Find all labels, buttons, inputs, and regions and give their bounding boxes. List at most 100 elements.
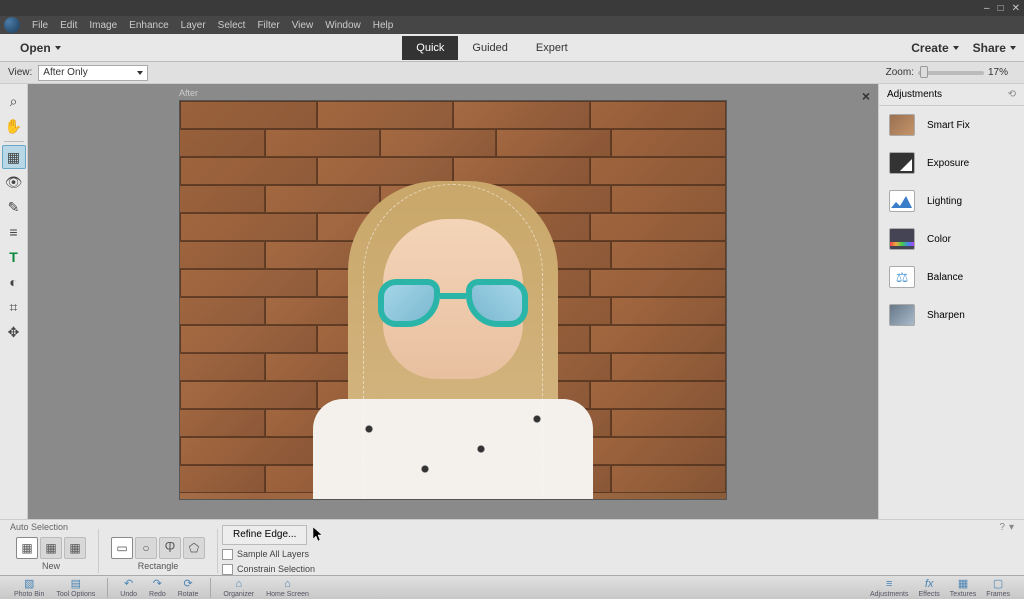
app-icon: [4, 17, 20, 33]
mode-quick[interactable]: Quick: [402, 36, 458, 60]
frames-tab-button[interactable]: ▢Frames: [982, 578, 1014, 598]
reset-icon[interactable]: ⟲: [1008, 89, 1016, 100]
photo-bin-icon: ▧: [22, 578, 36, 590]
sample-all-row[interactable]: Sample All Layers: [222, 549, 325, 560]
menu-filter[interactable]: Filter: [251, 20, 285, 31]
type-tool[interactable]: T: [2, 245, 26, 269]
menu-edit[interactable]: Edit: [54, 20, 83, 31]
auto-selection-tool[interactable]: ▦: [2, 145, 26, 169]
selection-mode-label: New: [42, 561, 60, 571]
color-icon: [889, 228, 915, 250]
view-label: View:: [8, 67, 32, 78]
textures-tab-button[interactable]: ▦Textures: [946, 578, 980, 598]
constrain-checkbox[interactable]: [222, 564, 233, 575]
adj-smart-fix[interactable]: Smart Fix: [879, 106, 1024, 144]
photo-subject: [273, 159, 633, 499]
zoom-label: Zoom:: [886, 67, 914, 78]
home-screen-button[interactable]: ⌂Home Screen: [262, 578, 313, 598]
undo-button[interactable]: ↶Undo: [116, 578, 141, 598]
caret-down-icon: [1010, 46, 1016, 50]
window-maximize-button[interactable]: □: [998, 3, 1004, 14]
main: ⌕ ✋ ▦ 👁 ✎ ≡ T ◐ ⌗ ✥ × After: [0, 84, 1024, 519]
constrain-row[interactable]: Constrain Selection: [222, 564, 325, 575]
share-button[interactable]: Share: [973, 41, 1016, 55]
collapse-icon[interactable]: ▾: [1009, 522, 1014, 533]
divider: [107, 578, 108, 598]
view-dropdown[interactable]: After Only: [38, 65, 148, 81]
menu-select[interactable]: Select: [212, 20, 252, 31]
lasso-shape-button[interactable]: Ⴔ: [159, 537, 181, 559]
move-tool[interactable]: ✥: [2, 320, 26, 344]
toolbox: ⌕ ✋ ▦ 👁 ✎ ≡ T ◐ ⌗ ✥: [0, 84, 28, 519]
photo-bin-button[interactable]: ▧Photo Bin: [10, 578, 48, 598]
crop-tool[interactable]: ⌗: [2, 295, 26, 319]
new-selection-button[interactable]: ▦: [16, 537, 38, 559]
adj-exposure[interactable]: Exposure: [879, 144, 1024, 182]
caret-down-icon: [137, 71, 143, 75]
tool-options-icon: ▤: [69, 578, 83, 590]
sharpen-icon: [889, 304, 915, 326]
help-icon[interactable]: ?: [999, 522, 1005, 533]
adjustments-panel: Adjustments ⟲ Smart Fix Exposure Lightin…: [878, 84, 1024, 519]
menu-enhance[interactable]: Enhance: [123, 20, 174, 31]
hand-tool[interactable]: ✋: [2, 114, 26, 138]
caret-down-icon: [55, 46, 61, 50]
add-selection-button[interactable]: ▦: [40, 537, 62, 559]
image-container: After: [179, 100, 727, 500]
adj-lighting[interactable]: Lighting: [879, 182, 1024, 220]
menu-file[interactable]: File: [26, 20, 54, 31]
adj-sharpen[interactable]: Sharpen: [879, 296, 1024, 334]
adjustments-tab-button[interactable]: ≡Adjustments: [866, 578, 913, 598]
refine-edge-button[interactable]: Refine Edge...: [222, 525, 307, 545]
create-button[interactable]: Create: [911, 41, 958, 55]
panel-title: Adjustments: [887, 89, 942, 100]
eye-tool[interactable]: 👁: [2, 170, 26, 194]
view-dropdown-value: After Only: [43, 67, 87, 78]
window-minimize-button[interactable]: –: [984, 3, 990, 14]
close-panel-button[interactable]: ×: [862, 88, 870, 104]
adjustments-icon: ≡: [882, 578, 896, 590]
sample-all-checkbox[interactable]: [222, 549, 233, 560]
photo-canvas[interactable]: [179, 100, 727, 500]
rotate-button[interactable]: ⟳Rotate: [174, 578, 203, 598]
menu-window[interactable]: Window: [319, 20, 367, 31]
spot-heal-tool[interactable]: ◐: [2, 270, 26, 294]
tool-divider: [4, 141, 24, 142]
organizer-button[interactable]: ⌂Organizer: [219, 578, 258, 598]
menu-help[interactable]: Help: [367, 20, 400, 31]
panel-header: Adjustments ⟲: [879, 84, 1024, 106]
mode-tabs: Quick Guided Expert: [402, 36, 581, 60]
window-close-button[interactable]: ✕: [1012, 3, 1020, 14]
mode-expert[interactable]: Expert: [522, 36, 582, 60]
zoom-percent: 17%: [988, 67, 1008, 78]
polygon-shape-button[interactable]: ⬠: [183, 537, 205, 559]
subtract-selection-button[interactable]: ▦: [64, 537, 86, 559]
zoom-slider[interactable]: [918, 71, 984, 75]
canvas-area[interactable]: × After: [28, 84, 878, 519]
zoom-slider-thumb[interactable]: [920, 66, 928, 78]
whiten-tool[interactable]: ≡: [2, 220, 26, 244]
frames-icon: ▢: [991, 578, 1005, 590]
adj-balance[interactable]: ⚖Balance: [879, 258, 1024, 296]
organizer-icon: ⌂: [232, 578, 246, 590]
adj-color[interactable]: Color: [879, 220, 1024, 258]
ellipse-shape-button[interactable]: ○: [135, 537, 157, 559]
tool-options-title: Auto Selection: [10, 522, 68, 532]
textures-icon: ▦: [956, 578, 970, 590]
zoom-tool[interactable]: ⌕: [2, 89, 26, 113]
menu-image[interactable]: Image: [83, 20, 123, 31]
caret-down-icon: [953, 46, 959, 50]
rectangle-shape-button[interactable]: ▭: [111, 537, 133, 559]
selection-mode-group: ▦ ▦ ▦ New: [16, 537, 86, 571]
tool-options-button[interactable]: ▤Tool Options: [52, 578, 99, 598]
menu-view[interactable]: View: [286, 20, 320, 31]
open-button[interactable]: Open: [8, 37, 73, 59]
menu-layer[interactable]: Layer: [175, 20, 212, 31]
brush-tool[interactable]: ✎: [2, 195, 26, 219]
effects-tab-button[interactable]: fxEffects: [915, 578, 944, 598]
mode-guided[interactable]: Guided: [458, 36, 521, 60]
redo-button[interactable]: ↷Redo: [145, 578, 170, 598]
smartfix-icon: [889, 114, 915, 136]
undo-icon: ↶: [122, 578, 136, 590]
exposure-icon: [889, 152, 915, 174]
